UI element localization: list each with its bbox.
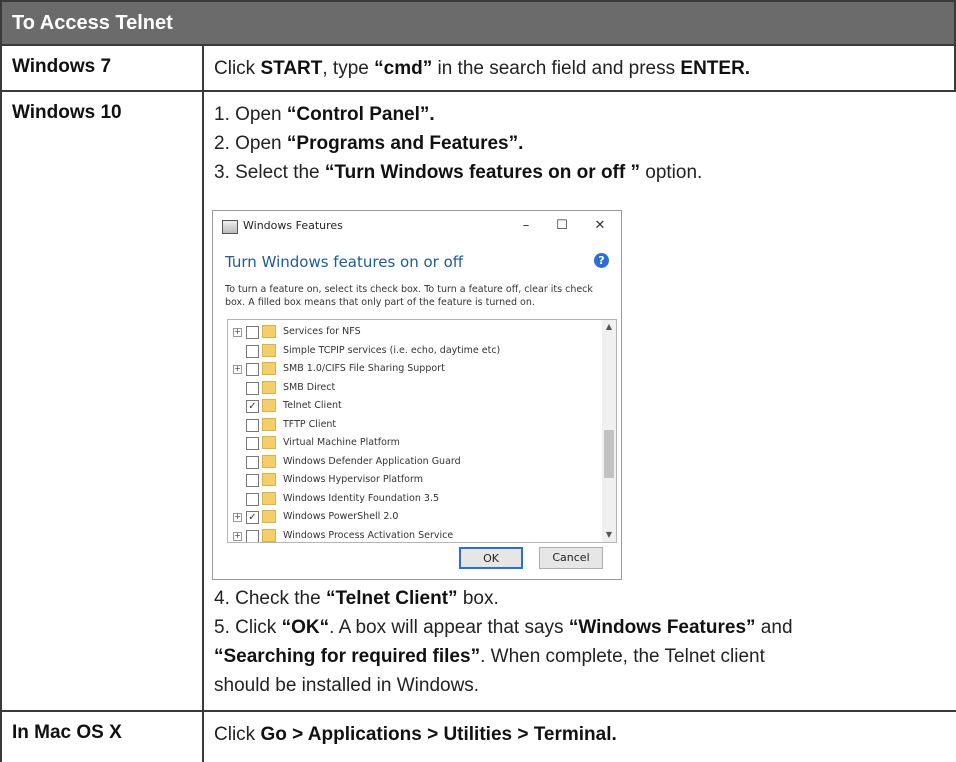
close-button[interactable]: ✕ [585, 215, 615, 237]
feature-item[interactable]: TFTP Client [228, 416, 598, 435]
feature-item[interactable]: Windows Hypervisor Platform [228, 471, 598, 490]
column-divider [202, 712, 204, 762]
feature-label: Windows PowerShell 2.0 [283, 511, 399, 522]
folder-icon [262, 417, 276, 431]
feature-item[interactable]: SMB Direct [228, 379, 598, 398]
dialog-heading: Turn Windows features on or off [225, 253, 464, 271]
expand-icon[interactable]: + [233, 513, 242, 522]
feature-label: Windows Process Activation Service [283, 529, 454, 541]
feature-label: Windows Hypervisor Platform [283, 474, 423, 485]
help-icon[interactable]: ? [594, 253, 609, 268]
feature-checkbox[interactable] [246, 474, 259, 487]
feature-label: Virtual Machine Platform [283, 437, 400, 448]
expand-icon[interactable]: + [233, 328, 242, 337]
features-list: + Services for NFS Simple TCPIP services (… [227, 319, 617, 543]
column-divider [202, 46, 204, 90]
feature-checkbox[interactable] [246, 437, 259, 450]
feature-item[interactable]: + ✓ Windows PowerShell 2.0 [228, 508, 598, 527]
feature-item[interactable]: Windows Defender Application Guard [228, 453, 598, 472]
scroll-down-icon[interactable]: ▼ [602, 528, 616, 542]
feature-checkbox[interactable] [246, 344, 259, 358]
row-windows-7: Windows 7 Click START, type “cmd” in the… [0, 46, 956, 92]
folder-icon [262, 510, 276, 523]
folder-icon [262, 343, 276, 357]
feature-checkbox[interactable] [246, 363, 259, 376]
features-scrollbar[interactable]: ▲ ▼ [602, 320, 616, 542]
windows-features-icon [222, 220, 238, 234]
feature-item[interactable]: + SMB 1.0/CIFS File Sharing Support [228, 360, 598, 379]
folder-icon [262, 473, 276, 486]
folder-icon [262, 528, 276, 542]
folder-icon [262, 399, 276, 412]
step-3: 3. Select the “Turn Windows features on … [214, 162, 703, 183]
dialog-description: To turn a feature on, select its check b… [225, 284, 593, 308]
maximize-button[interactable]: ☐ [547, 215, 577, 237]
windows-7-instructions: Click START, type “cmd” in the search fi… [214, 58, 751, 79]
feature-item[interactable]: + Windows Process Activation Service [228, 527, 598, 542]
column-divider [202, 92, 204, 710]
feature-checkbox[interactable] [246, 326, 259, 339]
feature-checkbox[interactable]: ✓ [246, 400, 259, 413]
feature-item[interactable]: Virtual Machine Platform [228, 434, 598, 453]
dialog-title: Windows Features [243, 219, 343, 232]
feature-label: TFTP Client [283, 418, 337, 430]
folder-icon [262, 380, 276, 394]
feature-label: Windows Identity Foundation 3.5 [283, 492, 440, 504]
feature-checkbox[interactable] [246, 418, 259, 432]
feature-checkbox[interactable] [246, 455, 259, 469]
step-4: 4. Check the “Telnet Client” box. [214, 588, 499, 609]
feature-checkbox[interactable]: ✓ [246, 511, 259, 524]
feature-label: Services for NFS [283, 326, 361, 337]
feature-label: Telnet Client [283, 400, 342, 411]
row-mac-os-x: In Mac OS X Click Go > Applications > Ut… [0, 712, 956, 762]
feature-label: Simple TCPIP services (i.e. echo, daytim… [283, 344, 501, 356]
feature-item[interactable]: + Services for NFS [228, 323, 598, 342]
feature-label: SMB 1.0/CIFS File Sharing Support [283, 363, 445, 374]
expand-icon[interactable]: + [233, 531, 242, 541]
windows-features-dialog: Windows Features – ☐ ✕ Turn Windows feat… [212, 210, 622, 580]
row-label-windows-7: Windows 7 [12, 56, 112, 77]
folder-icon [262, 436, 276, 449]
folder-icon [262, 454, 276, 468]
mac-instructions: Click Go > Applications > Utilities > Te… [214, 724, 617, 745]
feature-label: Windows Defender Application Guard [283, 455, 461, 467]
folder-icon [262, 491, 276, 505]
row-label-windows-10: Windows 10 [12, 102, 122, 123]
folder-icon [262, 362, 276, 375]
table-title: To Access Telnet [12, 12, 173, 34]
ok-button[interactable]: OK [459, 547, 523, 569]
row-label-mac-os-x: In Mac OS X [12, 722, 122, 743]
dialog-titlebar: Windows Features – ☐ ✕ [213, 211, 621, 241]
table-header: To Access Telnet [0, 0, 956, 46]
scroll-up-icon[interactable]: ▲ [602, 320, 616, 334]
minimize-button[interactable]: – [511, 215, 541, 237]
expand-icon[interactable]: + [233, 365, 242, 374]
step-5: 5. Click “OK“. A box will appear that sa… [214, 617, 793, 696]
feature-checkbox[interactable] [246, 381, 259, 395]
feature-item[interactable]: Simple TCPIP services (i.e. echo, daytim… [228, 342, 598, 361]
scrollbar-thumb[interactable] [604, 430, 614, 478]
folder-icon [262, 325, 276, 338]
step-1: 1. Open “Control Panel”. [214, 104, 435, 125]
cancel-button[interactable]: Cancel [539, 547, 603, 569]
feature-checkbox[interactable] [246, 492, 259, 506]
step-2: 2. Open “Programs and Features”. [214, 133, 524, 154]
feature-item[interactable]: Windows Identity Foundation 3.5 [228, 490, 598, 509]
feature-checkbox[interactable] [246, 529, 259, 542]
feature-label: SMB Direct [283, 381, 336, 393]
feature-item[interactable]: ✓ Telnet Client [228, 397, 598, 416]
